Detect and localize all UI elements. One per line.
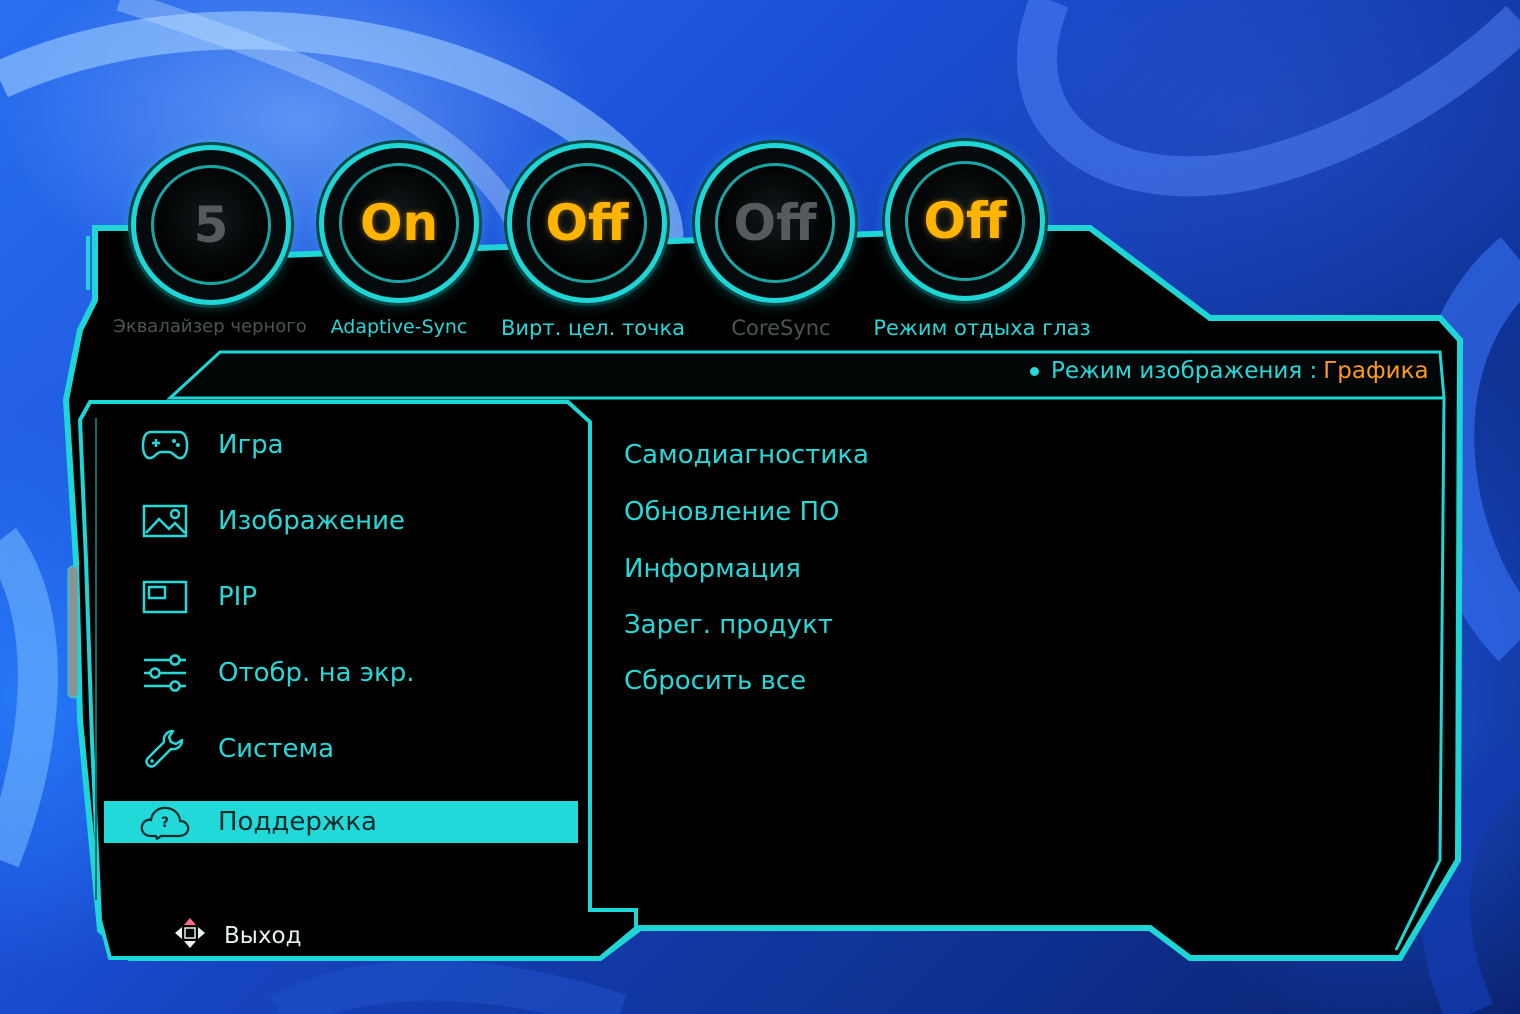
adaptive-sync-label: Adaptive-Sync <box>330 316 468 338</box>
submenu-item-information[interactable]: Информация <box>624 554 801 584</box>
black-equalizer-value: 5 <box>193 196 229 254</box>
menu-item-label: Изображение <box>218 506 405 536</box>
menu-item-label: Система <box>218 734 335 764</box>
black-equalizer-dial[interactable]: 5 <box>136 150 286 300</box>
support-cloud-icon: ? <box>138 801 192 843</box>
four-way-arrows-icon <box>172 915 208 957</box>
eye-saver-mode-dial[interactable]: Off <box>890 146 1040 296</box>
adaptive-sync-value: On <box>359 194 439 252</box>
menu-item-pip[interactable]: PIP <box>104 576 578 618</box>
menu-item-label: Поддержка <box>218 807 377 837</box>
submenu-item-reset-all[interactable]: Сбросить все <box>624 666 806 696</box>
menu-item-label: PIP <box>218 582 258 612</box>
pip-icon <box>138 576 192 618</box>
gamepad-icon <box>138 424 192 466</box>
menu-item-label: Отобр. на экр. <box>218 658 415 688</box>
picture-mode-indicator: Режим изображения : Графика <box>1030 358 1429 384</box>
menu-item-game[interactable]: Игра <box>104 424 578 466</box>
coresync-value: Off <box>733 194 817 252</box>
coresync-label: CoreSync <box>731 316 831 340</box>
exit-hint[interactable]: Выход <box>172 918 302 954</box>
eye-saver-mode-label: Режим отдыха глаз <box>873 316 1091 340</box>
virtual-aim-point-value: Off <box>545 194 629 252</box>
wrench-icon <box>138 728 192 770</box>
eye-saver-mode-value: Off <box>923 192 1007 250</box>
sliders-icon <box>138 652 192 694</box>
status-dot-icon <box>1030 367 1039 376</box>
picture-mode-value: Графика <box>1323 358 1429 384</box>
exit-label: Выход <box>224 923 302 949</box>
virtual-aim-point-label: Вирт. цел. точка <box>501 316 685 340</box>
virtual-aim-point-dial[interactable]: Off <box>512 148 662 298</box>
black-equalizer-label: Эквалайзер черного <box>113 316 307 337</box>
picture-icon <box>138 500 192 542</box>
submenu-item-software-update[interactable]: Обновление ПО <box>624 497 840 527</box>
picture-mode-label: Режим изображения : <box>1051 358 1318 384</box>
svg-text:?: ? <box>161 815 169 831</box>
adaptive-sync-dial[interactable]: On <box>324 148 474 298</box>
menu-item-system[interactable]: Система <box>104 728 578 770</box>
submenu-item-self-diagnosis[interactable]: Самодиагностика <box>624 440 869 470</box>
menu-item-picture[interactable]: Изображение <box>104 500 578 542</box>
submenu-item-register-product[interactable]: Зарег. продукт <box>624 610 833 640</box>
menu-item-label: Игра <box>218 430 284 460</box>
menu-item-onscreen-display[interactable]: Отобр. на экр. <box>104 652 578 694</box>
coresync-dial[interactable]: Off <box>700 148 850 298</box>
menu-item-support[interactable]: ? Поддержка <box>104 801 578 843</box>
